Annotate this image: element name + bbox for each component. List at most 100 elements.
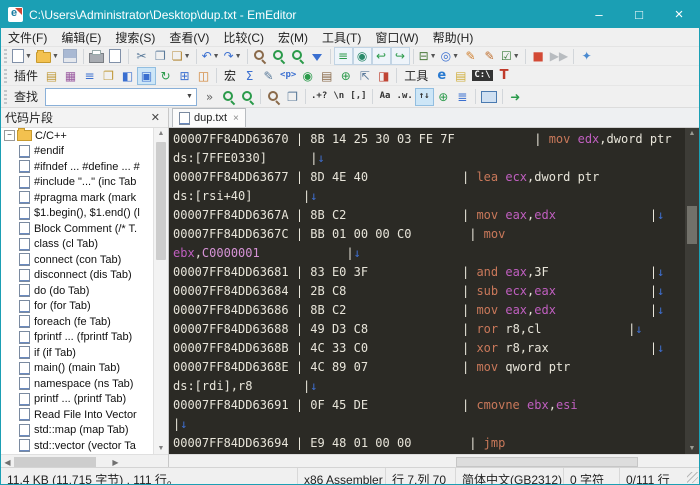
editor-vscrollbar[interactable]: ▲ ▼: [685, 128, 699, 454]
tree-item-snippet[interactable]: std::vector (vector Ta: [1, 438, 153, 454]
key-button[interactable]: ✦: [577, 47, 596, 65]
paste-button[interactable]: ❏ ▼: [170, 47, 193, 65]
tree-item-snippet[interactable]: namespace (ns Tab): [1, 376, 153, 392]
tree-item-snippet[interactable]: printf ... (printf Tab): [1, 392, 153, 408]
dropdown-arrow-icon[interactable]: ▼: [25, 53, 32, 60]
menu-item-macros[interactable]: 宏(M): [271, 28, 315, 46]
macro-stop-button[interactable]: ◨: [374, 67, 393, 85]
save-button[interactable]: [61, 47, 80, 65]
use-numeric-range-button[interactable]: [,]: [348, 88, 368, 106]
macro-add-button[interactable]: ⊕: [336, 67, 355, 85]
find-next-toolbar-button[interactable]: [270, 47, 289, 65]
plugin-snippets-button[interactable]: ▤: [42, 67, 61, 85]
whole-word-button[interactable]: .w.: [395, 88, 415, 106]
scroll-left-icon[interactable]: ◀: [1, 458, 14, 467]
word-wrap-button[interactable]: ↩: [371, 47, 391, 65]
search-around-button[interactable]: ⊕: [434, 88, 453, 106]
highlight-all-button[interactable]: ✎: [480, 47, 499, 65]
tree-item-snippet[interactable]: fprintf ... (fprintf Tab): [1, 330, 153, 346]
dropdown-arrow-icon[interactable]: ▼: [452, 53, 459, 60]
tree-item-snippet[interactable]: disconnect (dis Tab): [1, 268, 153, 284]
close-button[interactable]: ×: [659, 1, 699, 28]
next-document-button[interactable]: ➜: [506, 88, 525, 106]
macro-run-button[interactable]: ◉: [298, 67, 317, 85]
find-button[interactable]: [251, 47, 270, 65]
new-file-button[interactable]: ▼: [10, 47, 34, 65]
menu-item-help[interactable]: 帮助(H): [426, 28, 481, 46]
plugin-web-refresh-button[interactable]: ↻: [156, 67, 175, 85]
status-encoding[interactable]: 简体中文(GB2312): [455, 468, 563, 484]
tree-item-snippet[interactable]: class (cl Tab): [1, 237, 153, 253]
scroll-up-icon[interactable]: ▲: [685, 130, 699, 137]
plugin-image-preview-button[interactable]: ▣: [137, 66, 157, 85]
tool-browser-button[interactable]: e: [432, 67, 451, 85]
dropdown-arrow-icon[interactable]: ▼: [184, 53, 191, 60]
undo-button[interactable]: ↶ ▼: [200, 47, 222, 65]
open-file-button[interactable]: ▼: [34, 47, 61, 65]
dropdown-arrow-icon[interactable]: ▼: [513, 53, 520, 60]
redo-button[interactable]: ↷ ▼: [222, 47, 244, 65]
minimize-button[interactable]: –: [579, 1, 619, 28]
dropdown-arrow-icon[interactable]: ▼: [235, 53, 242, 60]
dropdown-arrow-icon[interactable]: ▼: [52, 53, 59, 60]
plugin-open-documents-button[interactable]: ❐: [99, 67, 118, 85]
wrap-by-window-button[interactable]: ↪: [390, 47, 410, 65]
use-regex-button[interactable]: .+?: [309, 88, 329, 106]
status-position[interactable]: 行 7,列 70: [385, 468, 455, 484]
plugin-window-manager-button[interactable]: ⊞: [175, 67, 194, 85]
chevron-down-icon[interactable]: ▼: [183, 93, 196, 100]
highlight-find-button[interactable]: ✎: [461, 47, 480, 65]
snippets-vscroll-thumb[interactable]: [156, 142, 166, 260]
menu-item-file[interactable]: 文件(F): [1, 28, 54, 46]
find-in-files-button[interactable]: [264, 88, 283, 106]
menu-item-compare[interactable]: 比较(C): [216, 28, 271, 46]
tree-item-snippet[interactable]: $1.begin(), $1.end() (l: [1, 206, 153, 222]
step-macro-button[interactable]: ▶▶: [548, 47, 570, 65]
tree-item-snippet[interactable]: Read File Into Vector: [1, 407, 153, 423]
syntax-check-button[interactable]: ☑ ▼: [499, 47, 522, 65]
match-case-button[interactable]: Aa: [376, 88, 395, 106]
filter-button[interactable]: [308, 47, 327, 65]
scroll-down-icon[interactable]: ▼: [685, 445, 699, 452]
macro-library-button[interactable]: ▤: [317, 67, 336, 85]
marks-button[interactable]: ◎ ▼: [439, 47, 461, 65]
plugin-comments-button[interactable]: ◧: [118, 67, 137, 85]
replace-in-files-button[interactable]: ❐: [283, 88, 302, 106]
maximize-button[interactable]: □: [619, 1, 659, 28]
menu-item-view[interactable]: 查看(V): [162, 28, 216, 46]
tree-item-snippet[interactable]: do (do Tab): [1, 283, 153, 299]
special-chars-button[interactable]: ≡: [333, 47, 353, 65]
find-toolbar-menu-button[interactable]: »: [200, 88, 219, 106]
tool-customize-button[interactable]: T: [495, 67, 514, 85]
scroll-right-icon[interactable]: ▶: [109, 458, 122, 467]
filter-bar-button[interactable]: ≣: [453, 88, 472, 106]
tree-item-snippet[interactable]: connect (con Tab): [1, 252, 153, 268]
editor-area[interactable]: 00007FF84DD63670 | 8B 14 25 30 03 FE 7F …: [169, 128, 685, 454]
menu-item-edit[interactable]: 编辑(E): [54, 28, 108, 46]
display-screen-button[interactable]: [479, 88, 499, 106]
macro-select-button[interactable]: ⇱: [355, 67, 374, 85]
tree-item-snippet[interactable]: std::map (map Tab): [1, 423, 153, 439]
tab-dup-txt[interactable]: dup.txt ×: [172, 108, 246, 127]
macro-html-button[interactable]: <p>: [278, 67, 298, 85]
snippets-vscrollbar[interactable]: ▲ ▼: [153, 128, 168, 454]
print-preview-button[interactable]: [106, 47, 125, 65]
use-escape-button[interactable]: \n: [329, 88, 348, 106]
tool-command-prompt-button[interactable]: C:\: [470, 67, 494, 85]
tree-item-snippet[interactable]: main() (main Tab): [1, 361, 153, 377]
tree-item-snippet[interactable]: #endif: [1, 144, 153, 160]
search-up-down-button[interactable]: ↑↓: [414, 87, 434, 106]
record-macro-button[interactable]: ■: [529, 47, 548, 65]
dropdown-arrow-icon[interactable]: ▼: [430, 53, 437, 60]
tab-close-icon[interactable]: ×: [233, 113, 239, 124]
cut-button[interactable]: ✂: [132, 47, 151, 65]
snippets-hscroll-thumb[interactable]: [14, 457, 96, 467]
tree-item-snippet[interactable]: #pragma mark (mark: [1, 190, 153, 206]
tree-expand-toggle[interactable]: −: [4, 130, 15, 142]
macro-sum-button[interactable]: Σ: [240, 67, 259, 85]
plugin-html-bar-button[interactable]: ▦: [61, 67, 80, 85]
tool-notepad-button[interactable]: ▤: [451, 67, 470, 85]
snippets-panel-close-icon[interactable]: ✕: [147, 111, 164, 124]
menu-item-tools[interactable]: 工具(T): [315, 28, 368, 46]
web-browse-button[interactable]: ◉: [352, 47, 372, 65]
